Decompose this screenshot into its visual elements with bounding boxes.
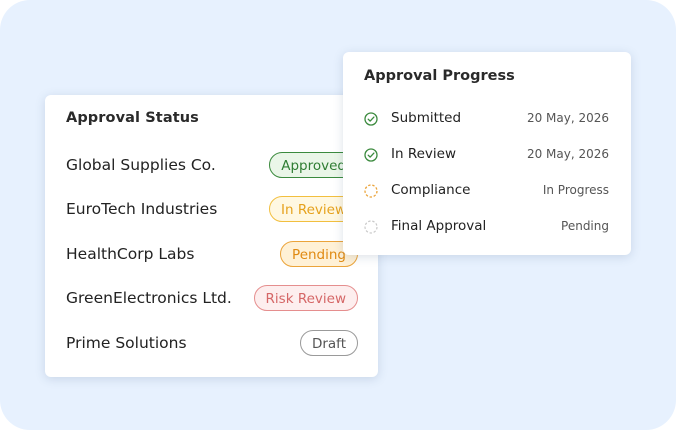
status-row-prime-solutions[interactable]: Prime Solutions Draft <box>66 330 358 358</box>
progress-step-in-review[interactable]: In Review 20 May, 2026 <box>364 146 609 166</box>
dashed-circle-in-progress-icon <box>364 184 378 198</box>
progress-step-final-approval[interactable]: Final Approval Pending <box>364 218 609 238</box>
approval-status-title: Approval Status <box>66 110 199 126</box>
approval-progress-card: Approval Progress Submitted 20 May, 2026… <box>343 52 631 255</box>
step-label: In Review <box>391 146 456 162</box>
step-status: Pending <box>561 219 609 233</box>
progress-step-submitted[interactable]: Submitted 20 May, 2026 <box>364 110 609 130</box>
check-circle-icon <box>364 148 378 162</box>
approval-progress-title: Approval Progress <box>364 68 515 84</box>
step-date: 20 May, 2026 <box>526 147 609 161</box>
vendor-name: GreenElectronics Ltd. <box>66 289 232 307</box>
step-label: Final Approval <box>391 218 487 234</box>
status-row-global-supplies[interactable]: Global Supplies Co. Approved <box>66 152 358 180</box>
status-badge-risk-review[interactable]: Risk Review <box>253 285 358 311</box>
progress-step-compliance[interactable]: Compliance In Progress <box>364 182 609 202</box>
approval-status-card: Approval Status Global Supplies Co. Appr… <box>45 95 378 377</box>
status-row-greenelectronics[interactable]: GreenElectronics Ltd. Risk Review <box>66 285 358 313</box>
status-badge-draft[interactable]: Draft <box>299 330 358 356</box>
vendor-name: HealthCorp Labs <box>66 245 195 263</box>
step-label: Submitted <box>391 110 462 126</box>
vendor-name: Global Supplies Co. <box>66 156 216 174</box>
status-row-eurotech[interactable]: EuroTech Industries In Review <box>66 196 358 224</box>
vendor-name: Prime Solutions <box>66 334 187 352</box>
check-circle-icon <box>364 112 378 126</box>
step-label: Compliance <box>391 182 471 198</box>
step-date: 20 May, 2026 <box>526 111 609 125</box>
vendor-name: EuroTech Industries <box>66 200 218 218</box>
step-status: In Progress <box>542 183 609 197</box>
page-background: Approval Status Global Supplies Co. Appr… <box>0 0 676 430</box>
status-row-healthcorp[interactable]: HealthCorp Labs Pending <box>66 241 358 269</box>
dashed-circle-pending-icon <box>364 220 378 234</box>
